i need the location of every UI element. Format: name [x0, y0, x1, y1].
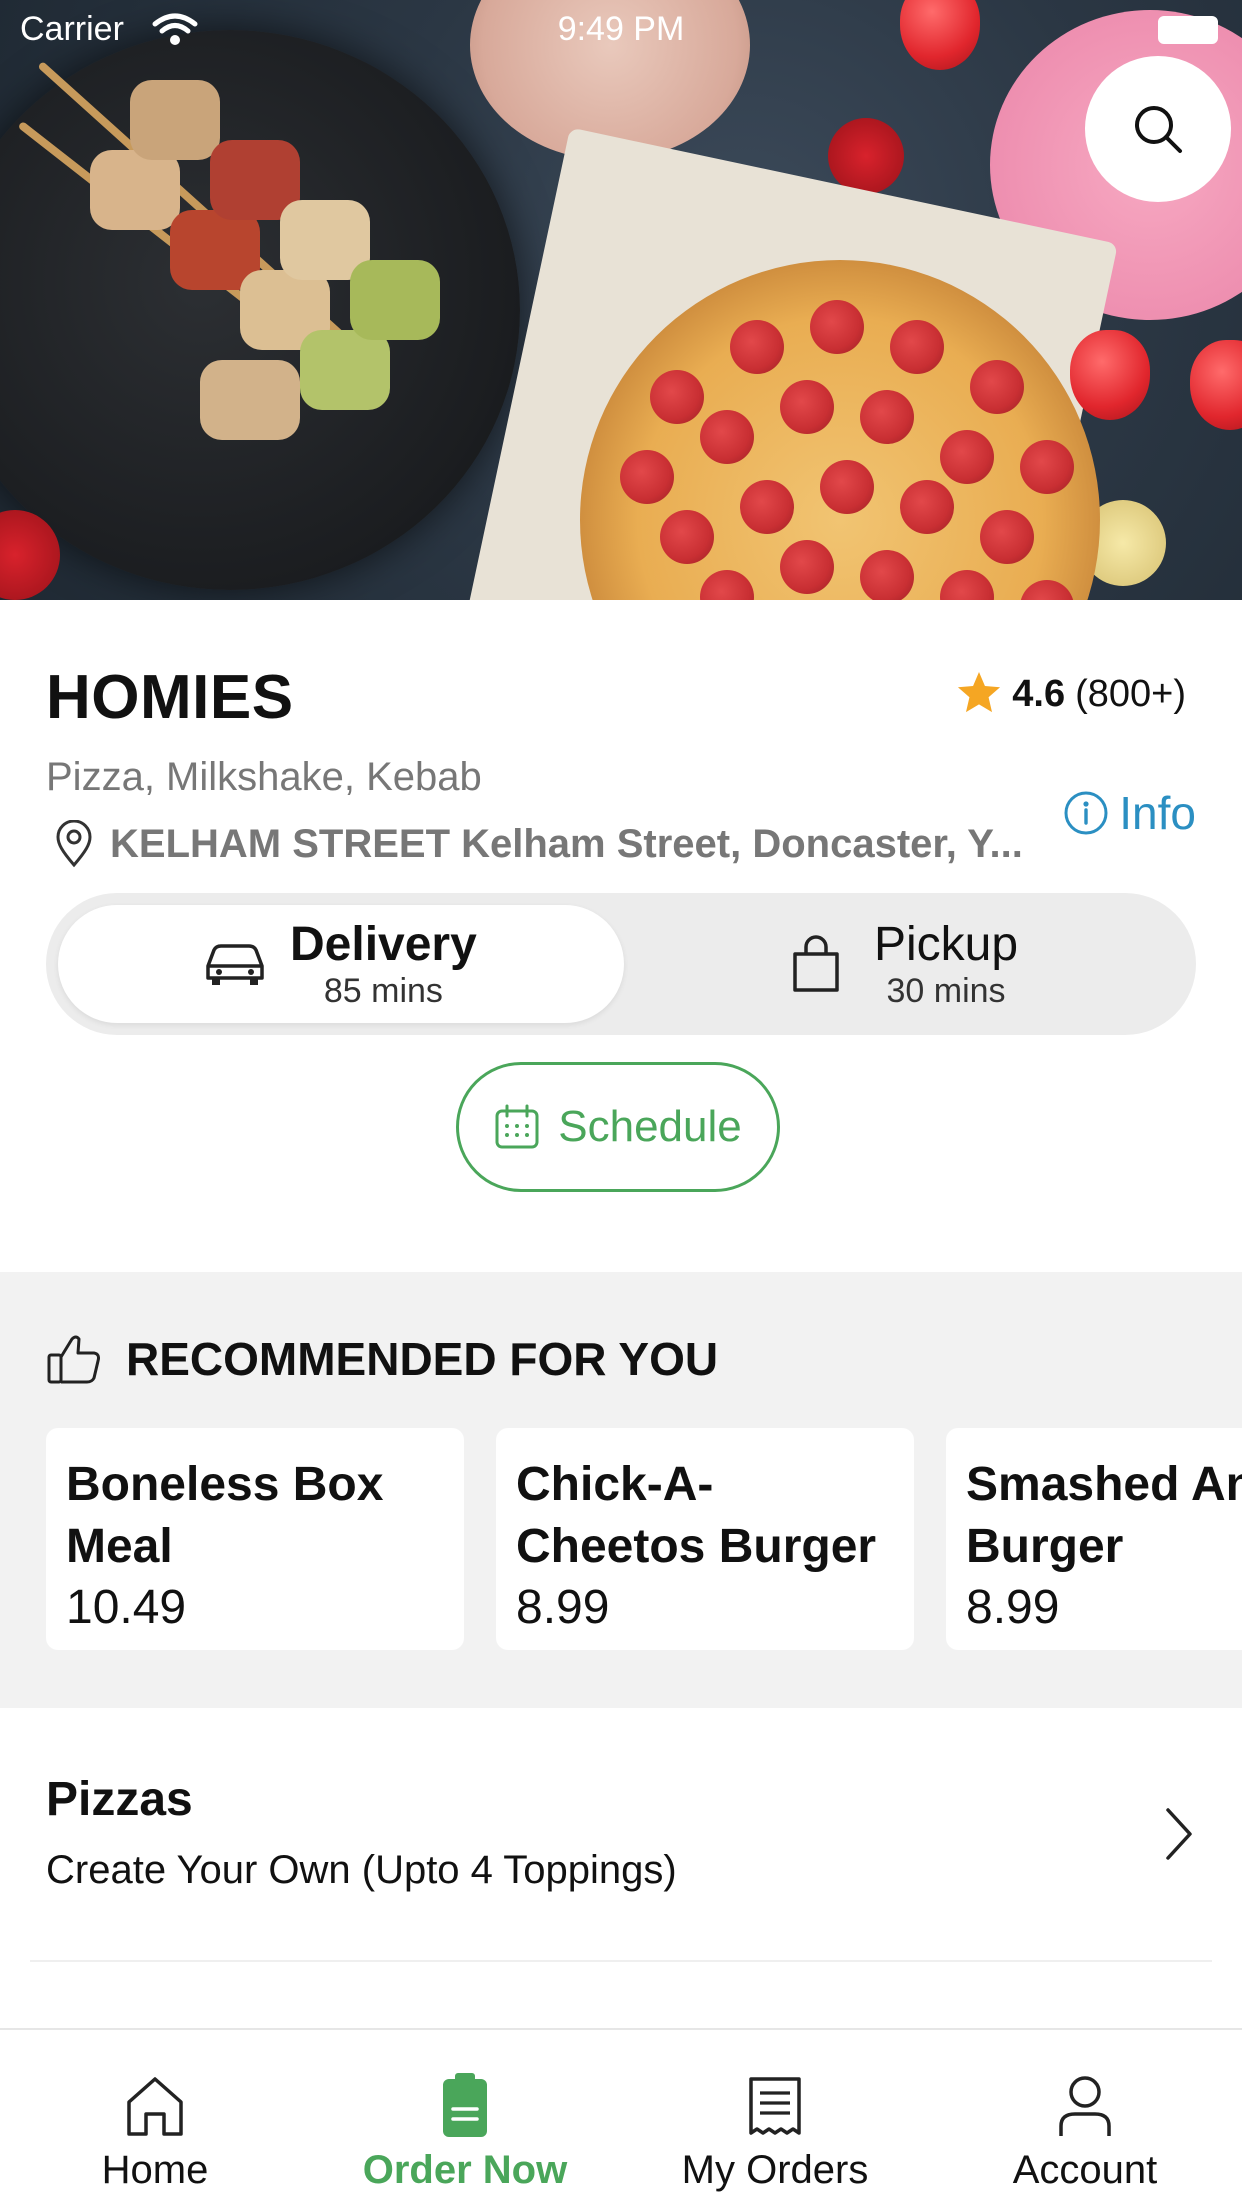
info-icon [1064, 791, 1108, 835]
item-name-line1: Chick-A- [516, 1458, 714, 1511]
delivery-label: Delivery [290, 918, 477, 971]
recommended-item-card[interactable]: Boneless Box Meal 10.49 [46, 1428, 464, 1650]
schedule-label: Schedule [558, 1102, 742, 1151]
strawberry-image [1070, 330, 1150, 420]
divider [30, 1960, 1212, 1962]
tab-label: Order Now [362, 2148, 568, 2192]
tab-home[interactable]: Home [0, 2030, 310, 2210]
recommended-item-card[interactable]: Chick-A- Cheetos Burger 8.99 [496, 1428, 914, 1650]
strawberry-image [1190, 340, 1242, 430]
item-price: 10.49 [66, 1581, 187, 1634]
item-price: 8.99 [516, 1581, 610, 1634]
delivery-option[interactable]: Delivery 85 mins [202, 893, 622, 1035]
info-label: Info [1119, 787, 1196, 839]
pickup-label: Pickup [874, 918, 1019, 971]
order-mode-toggle: Delivery 85 mins Pickup 30 mins [46, 893, 1196, 1035]
tab-my-orders[interactable]: My Orders [620, 2030, 930, 2210]
thumbs-up-icon [47, 1335, 100, 1384]
rating-count: (800+) [1075, 672, 1186, 715]
chevron-right-icon [1166, 1808, 1192, 1860]
cuisine-list: Pizza, Milkshake, Kebab [46, 755, 482, 799]
category-subtitle: Create Your Own (Upto 4 Toppings) [46, 1848, 677, 1892]
item-name-line2: Meal [66, 1520, 173, 1573]
rating-value: 4.6 [1012, 672, 1066, 715]
recommended-item-card[interactable]: Smashed An Burger 8.99 [946, 1428, 1242, 1650]
search-button[interactable] [1085, 56, 1231, 202]
receipt-icon [749, 2077, 801, 2135]
item-name-line2: Burger [966, 1520, 1124, 1573]
calendar-icon [495, 1104, 539, 1149]
home-icon [127, 2077, 183, 2136]
car-icon [206, 944, 264, 985]
recommended-header: RECOMMENDED FOR YOU [46, 1332, 718, 1386]
tab-label: Home [101, 2148, 209, 2192]
clock-time: 9:49 PM [557, 10, 685, 48]
hero-banner: Carrier 9:49 PM [0, 0, 1242, 600]
search-icon [1135, 106, 1182, 153]
pickup-time: 30 mins [886, 972, 1006, 1010]
item-name-line2: Cheetos Burger [516, 1520, 877, 1573]
location-pin-icon [56, 820, 92, 868]
schedule-button[interactable]: Schedule [456, 1062, 780, 1192]
rating: 4.6 (800+) [956, 672, 1186, 716]
bottom-tab-bar: Home Order Now My Orders Account [0, 2028, 1242, 2210]
sauce-cup-image [828, 118, 904, 194]
info-button[interactable]: Info [1063, 786, 1196, 840]
tab-label: My Orders [681, 2148, 869, 2192]
category-title: Pizzas [46, 1773, 193, 1826]
item-price: 8.99 [966, 1581, 1060, 1634]
category-row-pizzas[interactable]: Pizzas Create Your Own (Upto 4 Toppings) [0, 1708, 1242, 1962]
status-bar: Carrier 9:49 PM [0, 0, 1242, 60]
address: KELHAM STREET Kelham Street, Doncaster, … [52, 820, 1023, 868]
shopping-bag-icon [793, 935, 839, 992]
item-name-line1: Smashed An [966, 1458, 1242, 1511]
recommended-section: RECOMMENDED FOR YOU Boneless Box Meal 10… [0, 1272, 1242, 1708]
battery-icon [1158, 16, 1218, 44]
user-icon [1059, 2076, 1111, 2136]
tab-account[interactable]: Account [930, 2030, 1240, 2210]
pickup-option[interactable]: Pickup 30 mins [790, 893, 1170, 1035]
recommended-title: RECOMMENDED FOR YOU [126, 1333, 719, 1385]
address-text: KELHAM STREET Kelham Street, Doncaster, … [110, 821, 1023, 866]
order-icon [443, 2073, 487, 2137]
delivery-time: 85 mins [323, 972, 443, 1010]
restaurant-name: HOMIES [46, 663, 294, 732]
tab-order-now[interactable]: Order Now [310, 2030, 620, 2210]
item-name-line1: Boneless Box [66, 1458, 384, 1511]
tab-label: Account [1012, 2148, 1158, 2192]
star-icon [958, 672, 1001, 713]
